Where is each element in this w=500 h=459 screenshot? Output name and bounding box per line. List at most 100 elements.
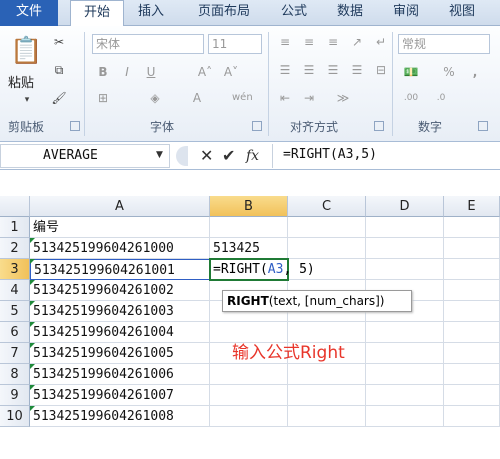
clipboard-launcher-icon[interactable] <box>70 121 80 131</box>
cell-e[interactable] <box>444 406 500 427</box>
tab-file[interactable]: 文件 <box>0 0 58 26</box>
font-launcher-icon[interactable] <box>252 121 262 131</box>
cell-c[interactable] <box>288 238 366 259</box>
row-header[interactable]: 9 <box>0 385 30 406</box>
decrease-font-icon[interactable]: A˅ <box>222 64 240 80</box>
alignment-launcher-icon[interactable] <box>374 121 384 131</box>
bold-icon[interactable]: B <box>94 64 112 80</box>
row-header[interactable]: 8 <box>0 364 30 385</box>
paste-button-label[interactable]: 粘贴 <box>8 72 34 91</box>
cell-d[interactable] <box>366 343 444 364</box>
row-header[interactable]: 10 <box>0 406 30 427</box>
select-all-corner[interactable] <box>0 196 30 217</box>
cell-a[interactable]: 513425199604261004 <box>30 322 210 343</box>
resize-handle-icon[interactable] <box>176 146 188 166</box>
increase-font-icon[interactable]: A˄ <box>196 64 214 80</box>
cell-d[interactable] <box>366 322 444 343</box>
tab-view[interactable]: 视图 <box>440 0 484 26</box>
tab-data[interactable]: 数据 <box>330 0 370 26</box>
text-direction-icon[interactable]: ≫ <box>334 90 352 106</box>
enter-icon[interactable]: ✔ <box>222 144 235 168</box>
cell-c[interactable] <box>288 364 366 385</box>
tab-page-layout[interactable]: 页面布局 <box>186 0 262 26</box>
cell-b[interactable] <box>210 364 288 385</box>
cell-e[interactable] <box>444 280 500 301</box>
paste-icon[interactable]: 📋 <box>10 34 42 68</box>
column-header-d[interactable]: D <box>366 196 444 217</box>
column-header-a[interactable]: A <box>30 196 210 217</box>
copy-icon[interactable]: ⧉ <box>50 62 68 78</box>
cell-d[interactable] <box>366 238 444 259</box>
cell-e[interactable] <box>444 259 500 280</box>
cell-e[interactable] <box>444 301 500 322</box>
decrease-indent-icon[interactable]: ⇤ <box>276 90 294 106</box>
underline-icon[interactable]: U <box>142 64 160 80</box>
decrease-decimal-icon[interactable]: .0 <box>432 90 450 106</box>
font-color-icon[interactable]: A <box>188 90 206 106</box>
formula-input[interactable]: =RIGHT(A3,5) <box>272 144 500 168</box>
currency-icon[interactable]: 💵 <box>402 64 420 80</box>
tab-home[interactable]: 开始 <box>70 0 124 28</box>
cell-a[interactable]: 513425199604261003 <box>30 301 210 322</box>
cell-d[interactable] <box>366 217 444 238</box>
cell-e[interactable] <box>444 322 500 343</box>
cut-icon[interactable]: ✂ <box>50 34 68 50</box>
row-header[interactable]: 7 <box>0 343 30 364</box>
name-box-dropdown-icon[interactable]: ▼ <box>156 150 163 160</box>
row-header[interactable]: 1 <box>0 217 30 238</box>
format-painter-icon[interactable]: 🖌 <box>50 90 68 106</box>
row-header[interactable]: 2 <box>0 238 30 259</box>
align-middle-icon[interactable]: ≡ <box>300 34 318 50</box>
cell-d[interactable] <box>366 364 444 385</box>
worksheet-grid[interactable]: A B C D E 1 编号 2 513425199604261000 513425 3 5… <box>0 196 500 459</box>
font-name-combo[interactable]: 宋体 <box>92 34 204 54</box>
cell-a[interactable]: 513425199604261000 <box>30 238 210 259</box>
row-header[interactable]: 3 <box>0 259 30 280</box>
font-size-combo[interactable]: 11 <box>208 34 262 54</box>
align-center-icon[interactable]: ☰ <box>300 62 318 78</box>
border-icon[interactable]: ⊞ <box>94 90 112 106</box>
cell-a[interactable]: 513425199604261001 <box>30 259 210 280</box>
cell-a[interactable]: 编号 <box>30 217 210 238</box>
cell-d[interactable] <box>366 406 444 427</box>
cell-e[interactable] <box>444 238 500 259</box>
justify-icon[interactable]: ☰ <box>348 62 366 78</box>
wrap-text-icon[interactable]: ↵ <box>372 34 390 50</box>
tab-insert[interactable]: 插入 <box>130 0 172 26</box>
paste-dropdown-icon[interactable]: ▾ <box>18 92 36 108</box>
align-right-icon[interactable]: ☰ <box>324 62 342 78</box>
column-header-c[interactable]: C <box>288 196 366 217</box>
number-launcher-icon[interactable] <box>478 121 488 131</box>
tooltip-function-name[interactable]: RIGHT <box>227 294 269 308</box>
column-header-e[interactable]: E <box>444 196 500 217</box>
comma-icon[interactable]: , <box>466 64 484 80</box>
cell-b[interactable] <box>210 217 288 238</box>
cell-e[interactable] <box>444 217 500 238</box>
cell-e[interactable] <box>444 364 500 385</box>
cell-a[interactable]: 513425199604261005 <box>30 343 210 364</box>
column-header-b[interactable]: B <box>210 196 288 217</box>
phonetic-icon[interactable]: wén <box>232 90 253 106</box>
cell-b[interactable] <box>210 385 288 406</box>
tab-review[interactable]: 审阅 <box>386 0 426 26</box>
cancel-icon[interactable]: ✕ <box>200 144 213 168</box>
cell-c[interactable] <box>288 406 366 427</box>
cell-d[interactable] <box>366 259 444 280</box>
increase-decimal-icon[interactable]: .00 <box>402 90 420 106</box>
cell-c[interactable] <box>288 217 366 238</box>
row-header[interactable]: 6 <box>0 322 30 343</box>
italic-icon[interactable]: I <box>118 64 136 80</box>
orientation-icon[interactable]: ↗ <box>348 34 366 50</box>
cell-e[interactable] <box>444 343 500 364</box>
cell-a[interactable]: 513425199604261002 <box>30 280 210 301</box>
cell-e[interactable] <box>444 385 500 406</box>
row-header[interactable]: 5 <box>0 301 30 322</box>
editing-cell-b3[interactable]: =RIGHT(A3, 5) <box>209 258 315 281</box>
cell-d[interactable] <box>366 385 444 406</box>
cell-b[interactable] <box>210 406 288 427</box>
align-left-icon[interactable]: ☰ <box>276 62 294 78</box>
increase-indent-icon[interactable]: ⇥ <box>300 90 318 106</box>
merge-cells-icon[interactable]: ⊟ <box>372 62 390 78</box>
align-top-icon[interactable]: ≡ <box>276 34 294 50</box>
percent-icon[interactable]: % <box>440 64 458 80</box>
